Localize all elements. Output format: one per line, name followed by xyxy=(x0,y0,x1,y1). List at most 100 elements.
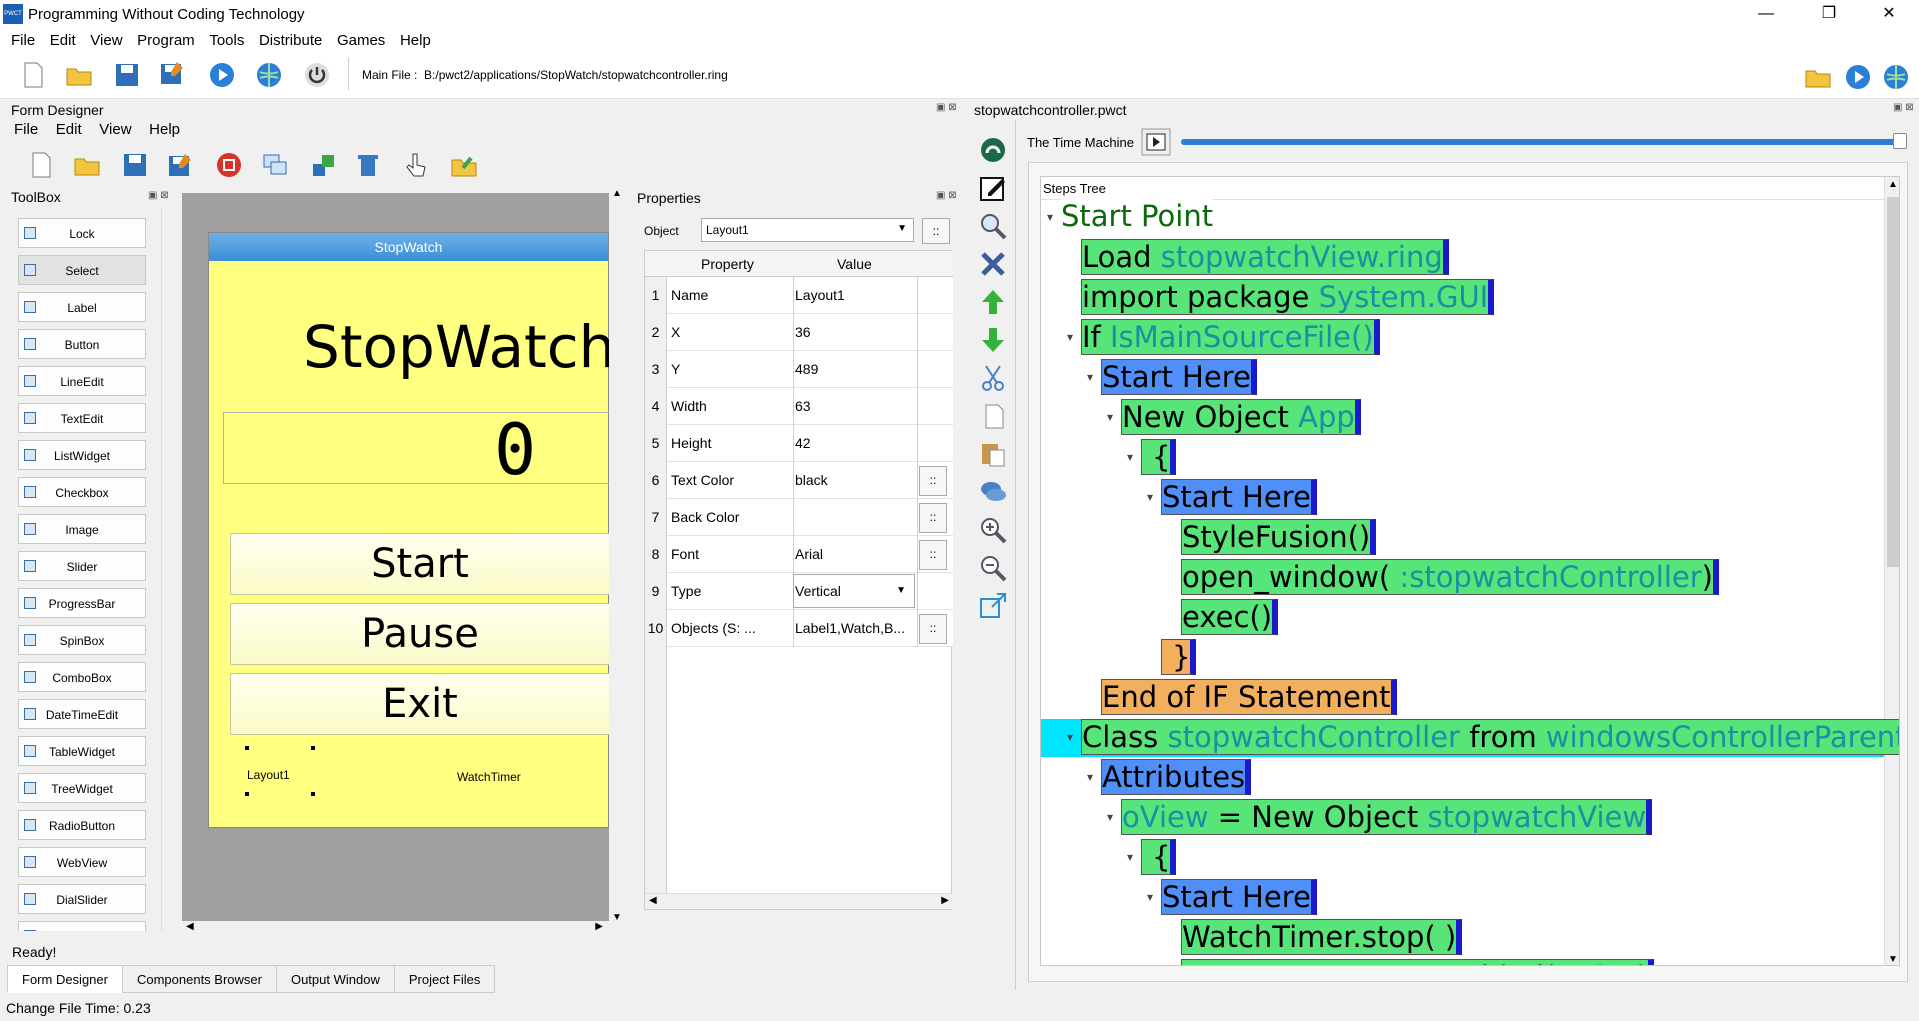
step-node[interactable]: New Object App xyxy=(1121,399,1361,435)
property-picker-button[interactable]: :: xyxy=(919,466,947,496)
step-node[interactable]: open_window( :stopwatchController) xyxy=(1181,559,1719,595)
property-value[interactable]: 63 xyxy=(795,388,811,425)
step-node[interactable]: { xyxy=(1141,839,1177,875)
tree-expand-arrow[interactable]: ▾ xyxy=(1127,450,1133,464)
menu-games[interactable]: Games xyxy=(326,28,385,49)
tree-expand-arrow[interactable]: ▾ xyxy=(1087,370,1093,384)
toolbox-item-button[interactable]: Button xyxy=(18,329,146,359)
tree-expand-arrow[interactable]: ▾ xyxy=(1147,490,1153,504)
editor-dock-controls[interactable]: ▣ ⊠ xyxy=(1893,102,1914,113)
step-node[interactable]: } xyxy=(1161,639,1197,675)
property-row[interactable]: 8 Font Arial:: xyxy=(645,536,953,573)
fd-bring-front-icon[interactable] xyxy=(309,150,339,180)
property-row[interactable]: 4 Width 63 xyxy=(645,388,953,425)
fd-pointer-icon[interactable] xyxy=(401,150,431,180)
move-up-icon[interactable] xyxy=(978,287,1008,317)
property-value[interactable]: black xyxy=(795,462,828,499)
minimize-button[interactable]: — xyxy=(1743,0,1789,28)
tree-expand-arrow[interactable]: ▾ xyxy=(1107,410,1113,424)
property-value[interactable]: Layout1 xyxy=(795,277,845,314)
tree-expand-arrow[interactable]: ▾ xyxy=(1067,330,1073,344)
property-value[interactable]: 36 xyxy=(795,314,811,351)
toolbox-item-tablewidget[interactable]: TableWidget xyxy=(18,736,146,766)
fd-menu-view[interactable]: View xyxy=(99,121,131,138)
step-node[interactable]: WatchTimer.stop( ) xyxy=(1181,919,1463,955)
tree-expand-arrow[interactable]: ▾ xyxy=(1047,210,1053,224)
fd-new-icon[interactable] xyxy=(26,150,56,180)
menu-edit[interactable]: Edit xyxy=(39,28,76,49)
property-value[interactable]: Label1,Watch,B... xyxy=(795,610,905,647)
step-node[interactable]: Button_PauseSetEnabled( False) xyxy=(1181,959,1655,965)
stopwatch-form[interactable]: StopWatch StopWatch 0 Start Pause Exit L… xyxy=(208,232,615,828)
fd-menu-file[interactable]: File xyxy=(14,121,38,138)
fd-open-icon[interactable] xyxy=(72,150,102,180)
zoom-in-icon[interactable] xyxy=(978,515,1008,545)
fd-save-as-icon[interactable] xyxy=(165,150,195,180)
tree-expand-arrow[interactable]: ▾ xyxy=(1107,810,1113,824)
time-machine-slider[interactable] xyxy=(1181,139,1899,145)
step-node[interactable]: Start Here xyxy=(1161,479,1317,515)
property-row[interactable]: 3 Y 489 xyxy=(645,351,953,388)
toolbox-item-textedit[interactable]: TextEdit xyxy=(18,403,146,433)
toolbox-dock-controls[interactable]: ▣ ⊠ xyxy=(148,190,169,201)
property-value[interactable]: Arial xyxy=(795,536,823,573)
menu-view[interactable]: View xyxy=(79,28,122,49)
fd-delete-icon[interactable] xyxy=(353,150,383,180)
paste-icon[interactable] xyxy=(978,439,1008,469)
restore-button[interactable]: ❐ xyxy=(1806,0,1852,28)
step-node[interactable]: End of IF Statement xyxy=(1101,679,1397,715)
toolbox-item-checkbox[interactable]: Checkbox xyxy=(18,477,146,507)
property-picker-button[interactable]: :: xyxy=(919,540,947,570)
step-node[interactable]: Class stopwatchController from windowsCo… xyxy=(1081,719,1899,755)
step-node[interactable]: Load stopwatchView.ring xyxy=(1081,239,1449,275)
move-down-icon[interactable] xyxy=(978,325,1008,355)
step-node[interactable]: { xyxy=(1141,439,1177,475)
step-node[interactable]: Attributes xyxy=(1101,759,1252,795)
menu-program[interactable]: Program xyxy=(126,28,195,49)
toolbox-item-image[interactable]: Image xyxy=(18,514,146,544)
tab-form-designer[interactable]: Form Designer xyxy=(7,965,123,993)
toolbox-item-progressbar[interactable]: ProgressBar xyxy=(18,588,146,618)
close-button[interactable]: ✕ xyxy=(1866,0,1912,28)
fd-window-icon[interactable] xyxy=(260,150,290,180)
canvas-vertical-scrollbar[interactable]: ▲ ▼ xyxy=(609,188,625,923)
toolbox-item-listwidget[interactable]: ListWidget xyxy=(18,440,146,470)
tree-expand-arrow[interactable]: ▾ xyxy=(1127,850,1133,864)
toolbox-item-slider[interactable]: Slider xyxy=(18,551,146,581)
tab-components-browser[interactable]: Components Browser xyxy=(121,965,277,993)
canvas-horizontal-scrollbar[interactable]: ◀ ▶ xyxy=(182,921,609,937)
toolbox-item-videowidget[interactable]: VideoWidget xyxy=(18,921,146,931)
power-icon[interactable] xyxy=(302,60,332,90)
time-machine-slider-handle[interactable] xyxy=(1893,133,1907,149)
time-machine-play-icon[interactable] xyxy=(1141,128,1171,156)
property-picker-button[interactable]: :: xyxy=(919,503,947,533)
property-row[interactable]: 5 Height 42 xyxy=(645,425,953,462)
step-node[interactable]: StyleFusion() xyxy=(1181,519,1377,555)
copy-icon[interactable] xyxy=(978,401,1008,431)
comment-icon[interactable] xyxy=(978,477,1008,507)
form-designer-dock-controls[interactable]: ▣ ⊠ xyxy=(936,102,957,113)
fd-menu-help[interactable]: Help xyxy=(149,121,180,138)
step-icon[interactable] xyxy=(978,135,1008,165)
properties-dock-controls[interactable]: ▣ ⊠ xyxy=(936,190,957,201)
open-window-icon[interactable] xyxy=(978,591,1008,621)
pause-button[interactable]: Pause xyxy=(230,603,610,665)
stopwatch-heading-label[interactable]: StopWatch xyxy=(303,313,615,381)
toolbox-item-label[interactable]: Label xyxy=(18,292,146,322)
toolbox-item-webview[interactable]: WebView xyxy=(18,847,146,877)
toolbox-item-combobox[interactable]: ComboBox xyxy=(18,662,146,692)
open-folder-icon-right[interactable] xyxy=(1803,62,1833,92)
start-button[interactable]: Start xyxy=(230,533,610,595)
toolbox-item-datetimeedit[interactable]: DateTimeEdit xyxy=(18,699,146,729)
step-node[interactable]: oView = New Object stopwatchView xyxy=(1121,799,1653,835)
property-value[interactable]: 42 xyxy=(795,425,811,462)
fd-save-icon[interactable] xyxy=(120,150,150,180)
new-file-icon[interactable] xyxy=(18,60,48,90)
properties-horizontal-scrollbar[interactable]: ◀ ▶ xyxy=(645,893,953,909)
web-run-icon[interactable] xyxy=(254,60,284,90)
save-icon[interactable] xyxy=(112,60,142,90)
cut-icon[interactable] xyxy=(978,363,1008,393)
step-node[interactable]: If IsMainSourceFile() xyxy=(1081,319,1380,355)
search-icon[interactable] xyxy=(978,211,1008,241)
exit-button[interactable]: Exit xyxy=(230,673,610,735)
